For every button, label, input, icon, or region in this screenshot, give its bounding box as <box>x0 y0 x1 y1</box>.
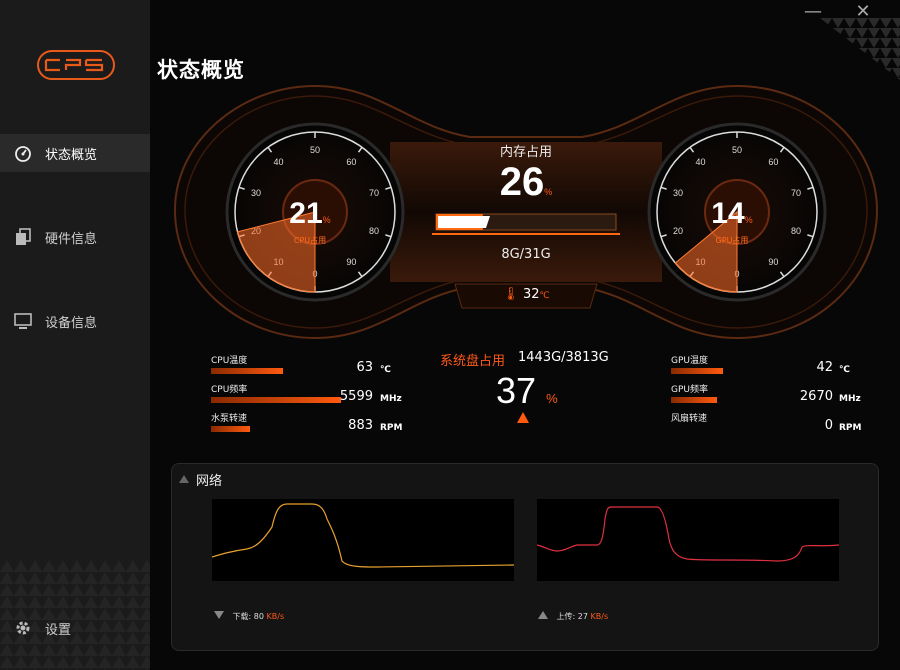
speedometer-icon <box>14 144 32 162</box>
network-title: 网络 <box>196 474 223 489</box>
corner-pattern <box>820 18 900 80</box>
page-title: 状态概览 <box>157 58 245 82</box>
gauge-tick-label: 90 <box>346 257 356 267</box>
gauge-tick-label: 80 <box>791 226 801 236</box>
stat-value: 5599 <box>339 389 373 404</box>
cps-logo <box>37 50 115 80</box>
stat-value: 2670 <box>799 389 833 404</box>
sidebar-item-device[interactable]: 设备信息 <box>0 302 150 340</box>
dashboard-cluster: 0102030405060708090 0102030405060708090 … <box>170 82 882 344</box>
disk-usage-value: 37 % <box>496 370 558 411</box>
gauge-tick-label: 50 <box>310 145 320 155</box>
stat-unit: RPM <box>839 423 862 433</box>
gauge-tick-label: 30 <box>673 188 683 198</box>
gear-icon <box>14 619 32 637</box>
memory-usage-value: 26% <box>499 160 553 204</box>
dashboard-frame: 0102030405060708090 0102030405060708090 <box>173 84 879 340</box>
gpu-usage-value: 14% <box>711 197 753 230</box>
stat-unit: ℃ <box>839 365 850 375</box>
settings-label: 设置 <box>45 622 72 638</box>
gauge-tick-label: 60 <box>768 157 778 167</box>
gauge-tick-label: 90 <box>768 257 778 267</box>
cpu-usage-value: 21% <box>289 197 331 230</box>
stat-label: 水泵转速 <box>211 414 248 424</box>
temperature-readout: 🌡 32℃ <box>502 287 550 302</box>
collapse-icon[interactable] <box>179 475 189 483</box>
stat-value: 42 <box>816 360 833 375</box>
app-window: 状态概览 硬件信息 设备信息 设置 — ✕ 状态概览 30 40 50 60 7… <box>0 0 900 670</box>
disk-usage-text: 1443G/3813G <box>518 350 609 365</box>
sidebar-item-hardware[interactable]: 硬件信息 <box>0 218 150 256</box>
stat-unit: RPM <box>380 423 403 433</box>
stat-bar <box>671 368 723 374</box>
minimize-button[interactable]: — <box>798 2 828 22</box>
stat-bar <box>211 426 250 432</box>
close-button[interactable]: ✕ <box>848 2 878 22</box>
gauge-tick-label: 70 <box>369 188 379 198</box>
sidebar-item-overview[interactable]: 状态概览 <box>0 134 150 172</box>
stat-value: 0 <box>824 418 833 433</box>
download-chart <box>212 499 514 581</box>
stat-label: CPU温度 <box>211 356 248 366</box>
gauge-tick-label: 40 <box>274 157 284 167</box>
gauge-tick-label: 60 <box>346 157 356 167</box>
gauge-tick-label: 30 <box>251 188 261 198</box>
memory-usage-text: 8G/31G <box>501 247 551 262</box>
stat-value: 883 <box>348 418 373 433</box>
stat-label: CPU频率 <box>211 385 248 395</box>
gauge-tick-label: 20 <box>673 226 683 236</box>
sidebar: 状态概览 硬件信息 设备信息 设置 <box>0 0 150 670</box>
gauge-tick-label: 40 <box>696 157 706 167</box>
stat-unit: ℃ <box>380 365 391 375</box>
stat-label: GPU频率 <box>671 385 708 395</box>
gauge-tick-label: 50 <box>732 145 742 155</box>
monitor-icon <box>14 312 32 330</box>
stat-label: GPU温度 <box>671 356 708 366</box>
stat-unit: MHz <box>839 394 861 404</box>
gauge-tick-label: 70 <box>791 188 801 198</box>
sidebar-item-label: 硬件信息 <box>45 231 98 247</box>
stat-label: 风扇转速 <box>671 414 708 424</box>
stat-unit: MHz <box>380 394 402 404</box>
upload-arrow-icon <box>538 611 548 619</box>
stat-bar <box>671 397 717 403</box>
upload-rate: 上传: 27 KB/s <box>538 611 608 622</box>
thermometer-icon: 🌡 <box>502 287 519 302</box>
upload-chart <box>537 499 839 581</box>
hardware-icon <box>14 228 32 246</box>
download-arrow-icon <box>214 611 224 619</box>
download-rate: 下载: 80 KB/s <box>214 611 284 622</box>
stat-bar <box>211 368 283 374</box>
sidebar-item-label: 设备信息 <box>45 315 98 331</box>
sidebar-item-label: 状态概览 <box>45 147 98 163</box>
memory-label: 内存占用 <box>499 145 552 160</box>
stat-value: 63 <box>356 360 373 375</box>
gauge-tick-label: 80 <box>369 226 379 236</box>
settings-button[interactable]: 设置 <box>0 609 150 647</box>
cpu-usage-label: CPU占用 <box>293 236 327 245</box>
network-panel: 网络 下载: 80 KB/s 上传: 27 KB/s <box>171 463 879 651</box>
gpu-usage-label: GPU占用 <box>715 236 749 245</box>
disk-label: 系统盘占用 <box>440 354 506 369</box>
triangle-up-icon <box>517 412 529 423</box>
